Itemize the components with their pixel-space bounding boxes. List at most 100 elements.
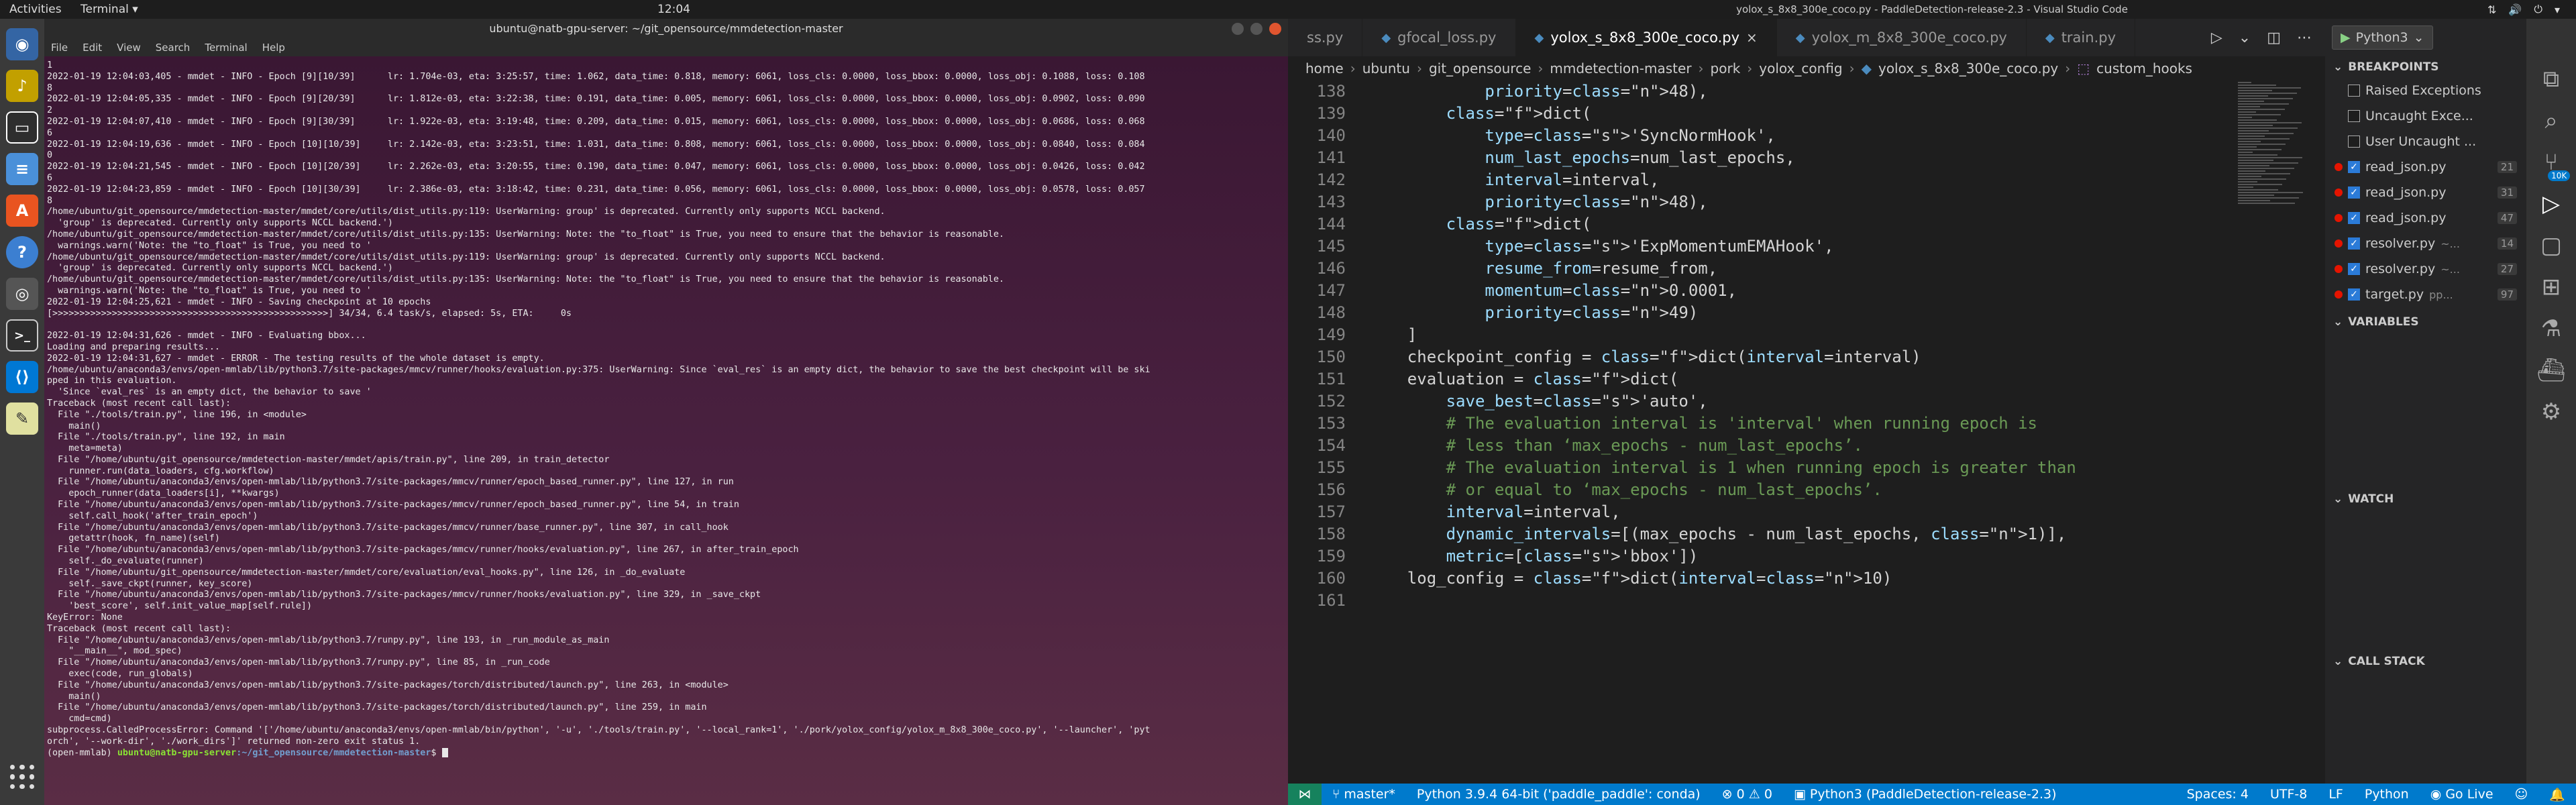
- git-branch[interactable]: ⑂ master*: [1322, 787, 1406, 802]
- menu-view[interactable]: View: [117, 39, 141, 56]
- exception-uncaught[interactable]: Uncaught Exce...: [2325, 103, 2526, 129]
- breakpoint-item[interactable]: ✓ resolver.py ~... 14: [2325, 231, 2526, 256]
- breadcrumb-item[interactable]: git_opensource: [1429, 60, 1531, 76]
- terminal-icon[interactable]: >_: [6, 319, 38, 352]
- close-tab-icon[interactable]: ×: [1746, 30, 1758, 46]
- menu-file[interactable]: File: [51, 39, 68, 56]
- files-icon[interactable]: ▭: [6, 111, 38, 144]
- terminal-titlebar[interactable]: ubuntu@natb-gpu-server: ~/git_opensource…: [44, 19, 1288, 39]
- docker-icon[interactable]: ⛴: [2536, 357, 2565, 384]
- python-interpreter[interactable]: Python 3.9.4 64-bit ('paddle_paddle': co…: [1406, 787, 1711, 802]
- terminal-window[interactable]: ubuntu@natb-gpu-server: ~/git_opensource…: [44, 19, 1288, 805]
- tab-ss[interactable]: ss.py: [1288, 19, 1363, 56]
- checkbox[interactable]: [2348, 85, 2360, 97]
- checkbox[interactable]: ✓: [2348, 288, 2360, 301]
- close-icon[interactable]: [1269, 23, 1281, 35]
- search-icon[interactable]: ⌕: [2544, 107, 2557, 134]
- chrome-icon[interactable]: ◉: [6, 28, 38, 60]
- power-icon[interactable]: ⏻: [2534, 3, 2542, 16]
- remote-explorer-icon[interactable]: ▢: [2540, 232, 2562, 259]
- code-line[interactable]: 153 # The evaluation interval is 'interv…: [1288, 413, 2227, 435]
- software-icon[interactable]: A: [6, 195, 38, 227]
- terminal-output[interactable]: 1 2022-01-19 12:04:03,405 - mmdet - INFO…: [44, 56, 1288, 805]
- exception-user-uncaught[interactable]: User Uncaught ...: [2325, 129, 2526, 154]
- go-live[interactable]: ◉ Go Live: [2420, 787, 2504, 802]
- remote-icon[interactable]: ⋈: [1288, 784, 1322, 805]
- run-icon[interactable]: ▷: [2211, 30, 2222, 46]
- activities-button[interactable]: Activities: [9, 3, 62, 16]
- menu-help[interactable]: Help: [262, 39, 285, 56]
- volume-icon[interactable]: 🔊: [2508, 3, 2522, 16]
- minimize-icon[interactable]: [1232, 23, 1244, 35]
- code-line[interactable]: 145 type=class="s">'ExpMomentumEMAHook',: [1288, 235, 2227, 258]
- breakpoint-item[interactable]: ✓ read_json.py 31: [2325, 180, 2526, 205]
- camera-icon[interactable]: ◎: [6, 278, 38, 310]
- show-apps-icon[interactable]: [6, 761, 38, 793]
- code-line[interactable]: 141 num_last_epochs=num_last_epochs,: [1288, 147, 2227, 169]
- code-line[interactable]: 151 evaluation = class="f">dict(: [1288, 368, 2227, 390]
- checkbox[interactable]: ✓: [2348, 237, 2360, 250]
- checkbox[interactable]: [2348, 136, 2360, 148]
- code-area[interactable]: 138 priority=class="n">48), 139 class="f"…: [1288, 80, 2227, 784]
- code-line[interactable]: 147 momentum=class="n">0.0001,: [1288, 280, 2227, 302]
- callstack-header[interactable]: ⌄ CALL STACK: [2325, 651, 2433, 672]
- rhythmbox-icon[interactable]: ♪: [6, 70, 38, 102]
- code-line[interactable]: 155 # The evaluation interval is 1 when …: [1288, 457, 2227, 479]
- checkbox[interactable]: ✓: [2348, 263, 2360, 275]
- code-line[interactable]: 146 resume_from=resume_from,: [1288, 258, 2227, 280]
- end-of-line[interactable]: LF: [2318, 787, 2354, 802]
- vscode-editor[interactable]: ss.py ◆ gfocal_loss.py ◆ yolox_s_8x8_300e_…: [1288, 19, 2325, 784]
- code-line[interactable]: 160 log_config = class="f">dict(interval…: [1288, 568, 2227, 590]
- code-line[interactable]: 138 priority=class="n">48),: [1288, 80, 2227, 103]
- exception-raised[interactable]: Raised Exceptions: [2325, 78, 2526, 103]
- text-editor-icon[interactable]: ✎: [6, 402, 38, 435]
- tab-train[interactable]: ◆ train.py: [2027, 19, 2136, 56]
- breadcrumb-item[interactable]: mmdetection-master: [1550, 60, 1691, 76]
- encoding[interactable]: UTF-8: [2259, 787, 2318, 802]
- code-line[interactable]: 142 interval=interval,: [1288, 169, 2227, 191]
- maximize-icon[interactable]: [1250, 23, 1263, 35]
- app-menu[interactable]: Terminal ▾: [80, 3, 138, 16]
- jupyter-kernel[interactable]: ▣ Python3 (PaddleDetection-release-2.3): [1783, 787, 2068, 802]
- clock[interactable]: 12:04: [657, 3, 690, 16]
- breadcrumb-item[interactable]: ubuntu: [1362, 60, 1410, 76]
- writer-icon[interactable]: ≡: [6, 153, 38, 185]
- system-tray[interactable]: ⇅ 🔊 ⏻ ▾: [2487, 0, 2576, 19]
- tab-yolox-s[interactable]: ◆ yolox_s_8x8_300e_coco.py ×: [1515, 19, 1777, 56]
- help-icon[interactable]: ?: [6, 236, 38, 268]
- checkbox[interactable]: ✓: [2348, 212, 2360, 224]
- code-line[interactable]: 148 priority=class="n">49): [1288, 302, 2227, 324]
- checkbox[interactable]: [2348, 110, 2360, 122]
- chevron-down-icon[interactable]: ⌄: [2239, 30, 2251, 46]
- code-line[interactable]: 157 interval=interval,: [1288, 501, 2227, 523]
- vscode-icon[interactable]: ⟨⟩: [6, 361, 38, 393]
- code-line[interactable]: 143 priority=class="n">48),: [1288, 191, 2227, 213]
- checkbox[interactable]: ✓: [2348, 161, 2360, 173]
- indentation[interactable]: Spaces: 4: [2176, 787, 2259, 802]
- code-line[interactable]: 139 class="f">dict(: [1288, 103, 2227, 125]
- menu-search[interactable]: Search: [156, 39, 191, 56]
- menu-edit[interactable]: Edit: [83, 39, 102, 56]
- run-config-select[interactable]: ▶ Python3 ⌄: [2332, 25, 2433, 50]
- code-line[interactable]: 152 save_best=class="s">'auto',: [1288, 390, 2227, 413]
- code-line[interactable]: 144 class="f">dict(: [1288, 213, 2227, 235]
- language-mode[interactable]: Python: [2354, 787, 2420, 802]
- tab-gfocal-loss[interactable]: ◆ gfocal_loss.py: [1362, 19, 1516, 56]
- breadcrumb-item[interactable]: custom_hooks: [2096, 60, 2192, 76]
- code-line[interactable]: 150 checkpoint_config = class="f">dict(i…: [1288, 346, 2227, 368]
- extensions-icon[interactable]: ⊞: [2542, 274, 2561, 301]
- code-line[interactable]: 159 metric=[class="s">'bbox']): [1288, 545, 2227, 568]
- code-line[interactable]: 154 # less than ‘max_epochs - num_last_e…: [1288, 435, 2227, 457]
- code-line[interactable]: 156 # or equal to ‘max_epochs - num_last…: [1288, 479, 2227, 501]
- watch-header[interactable]: ⌄ WATCH: [2325, 488, 2402, 510]
- code-line[interactable]: 161: [1288, 590, 2227, 612]
- run-debug-icon[interactable]: ▷: [2542, 191, 2560, 217]
- python-icon[interactable]: ⚙: [2541, 398, 2561, 425]
- code-line[interactable]: 140 type=class="s">'SyncNormHook',: [1288, 125, 2227, 147]
- breadcrumb-item[interactable]: pork: [1711, 60, 1741, 76]
- code-line[interactable]: 149 ]: [1288, 324, 2227, 346]
- minimap[interactable]: [2238, 80, 2312, 215]
- breakpoints-header[interactable]: ⌄ BREAKPOINTS: [2325, 56, 2526, 78]
- more-actions-icon[interactable]: ⋯: [2297, 30, 2312, 46]
- breakpoint-item[interactable]: ✓ read_json.py 21: [2325, 154, 2526, 180]
